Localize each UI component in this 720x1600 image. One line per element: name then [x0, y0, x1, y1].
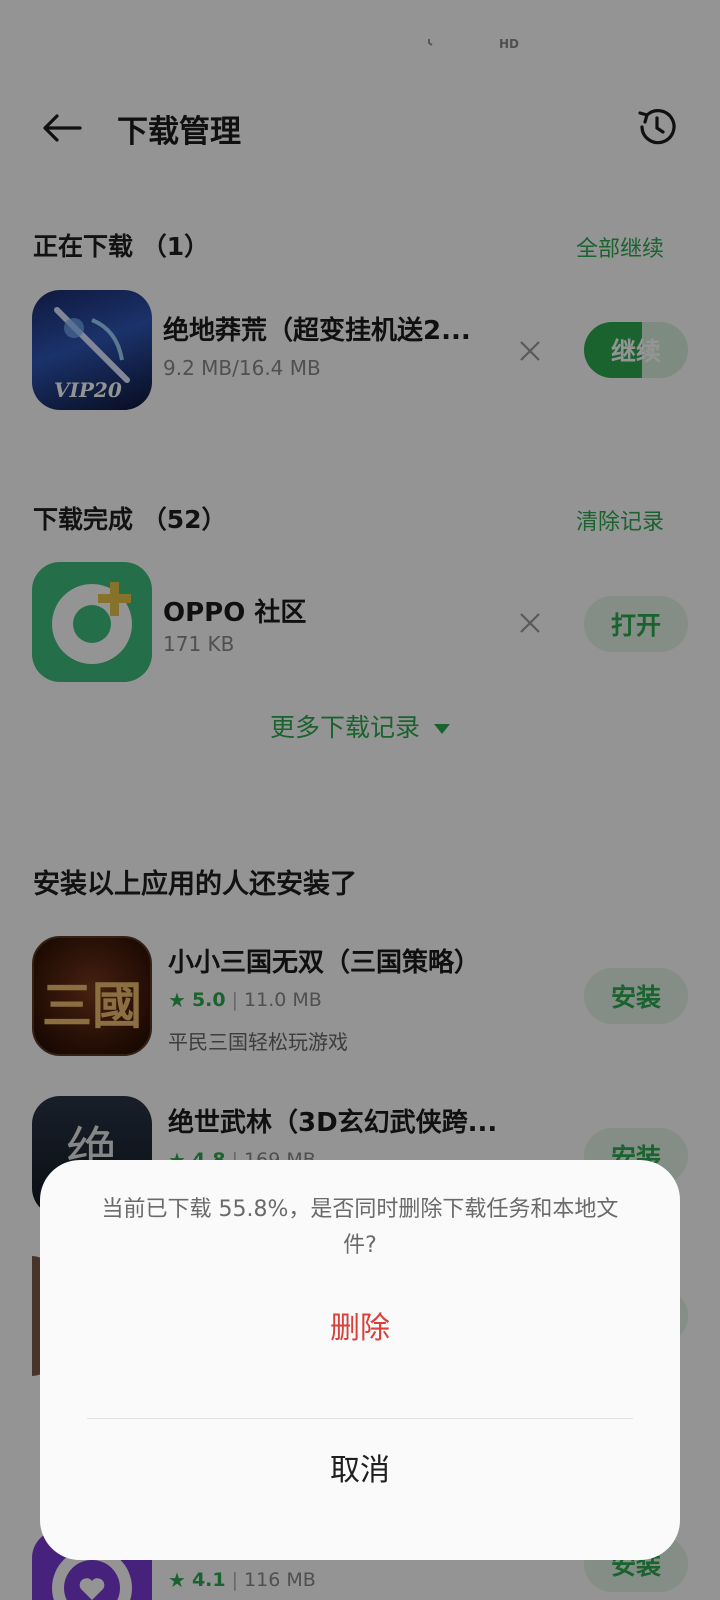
- dialog-divider: [87, 1418, 633, 1419]
- dialog-message: 当前已下载 55.8%，是否同时删除下载任务和本地文件?: [101, 1197, 619, 1258]
- screen: 08:03 10.0 KB/S HD 4G 4G 90 下载管理 正在下载 （1…: [0, 0, 720, 1600]
- cancel-button[interactable]: 取消: [40, 1440, 680, 1502]
- delete-button[interactable]: 删除: [40, 1298, 680, 1360]
- delete-confirm-dialog: 当前已下载 55.8%，是否同时删除下载任务和本地文件? 删除 取消: [40, 1160, 680, 1560]
